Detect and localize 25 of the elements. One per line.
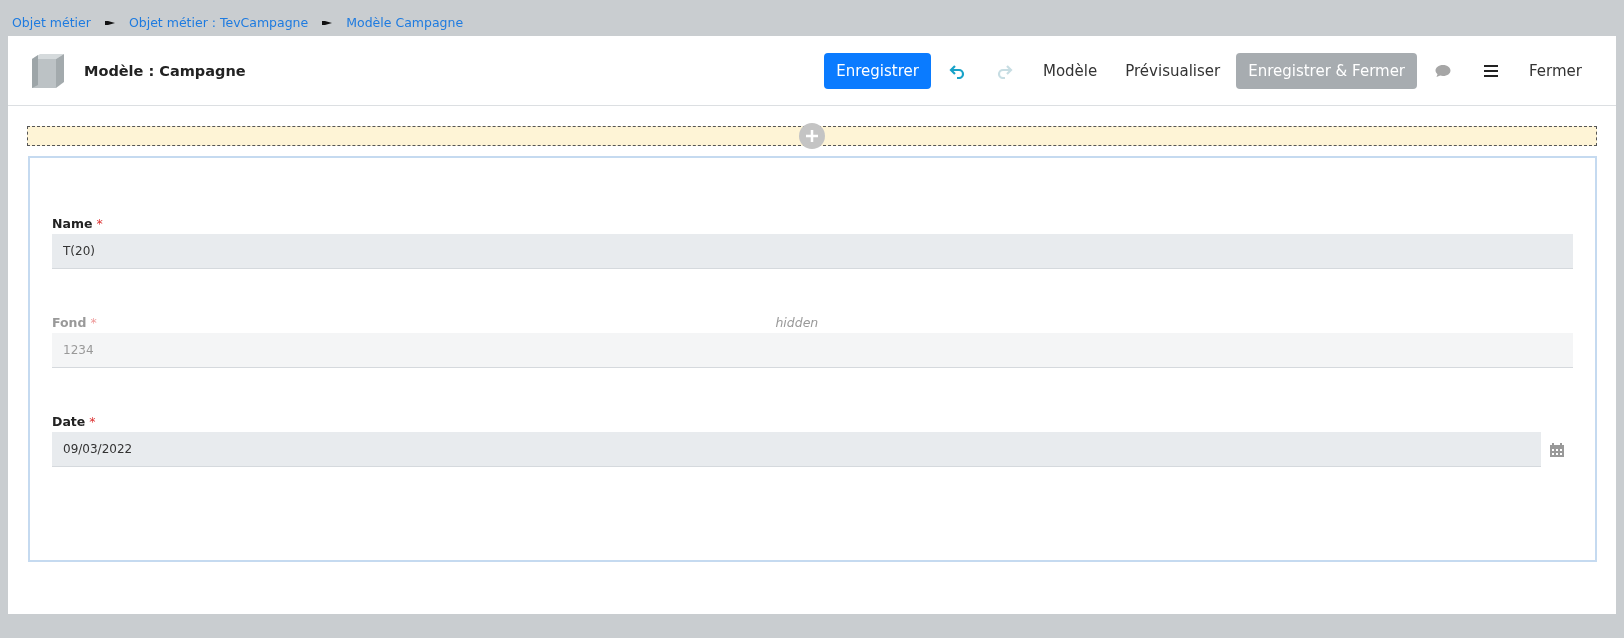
pointer-icon [104, 19, 115, 26]
undo-icon[interactable] [948, 62, 965, 79]
toolbar-link[interactable]: Fermer [1517, 53, 1594, 88]
breadcrumb-link[interactable]: Modèle Campagne [346, 15, 464, 30]
menu-icon[interactable] [1483, 62, 1500, 79]
cube-icon [30, 52, 66, 89]
field-label: Fond [52, 314, 87, 330]
calendar-icon[interactable] [1549, 441, 1565, 458]
breadcrumb-link[interactable]: Objet métier [12, 15, 91, 30]
page-title: Modèle : Campagne [84, 62, 247, 79]
pointer-icon [322, 19, 333, 26]
button[interactable]: Enregistrer [824, 52, 931, 89]
add-icon[interactable] [798, 122, 826, 150]
breadcrumb-link[interactable]: Objet métier : TevCampagne [128, 15, 309, 30]
toolbar-link[interactable]: Prévisualiser [1113, 53, 1233, 88]
toolbar-link[interactable]: Modèle [1030, 53, 1110, 88]
required-mark: * [96, 215, 103, 231]
field-label: Date [52, 413, 86, 429]
date-field[interactable]: 09/03/2022 [52, 432, 1541, 467]
input-field[interactable]: T(20) [52, 234, 1573, 269]
field-note: hidden [775, 314, 819, 330]
field-label: Name [52, 215, 93, 231]
speech-bubble-icon[interactable] [1435, 62, 1452, 79]
required-mark: * [89, 413, 96, 429]
required-mark: * [90, 314, 97, 330]
